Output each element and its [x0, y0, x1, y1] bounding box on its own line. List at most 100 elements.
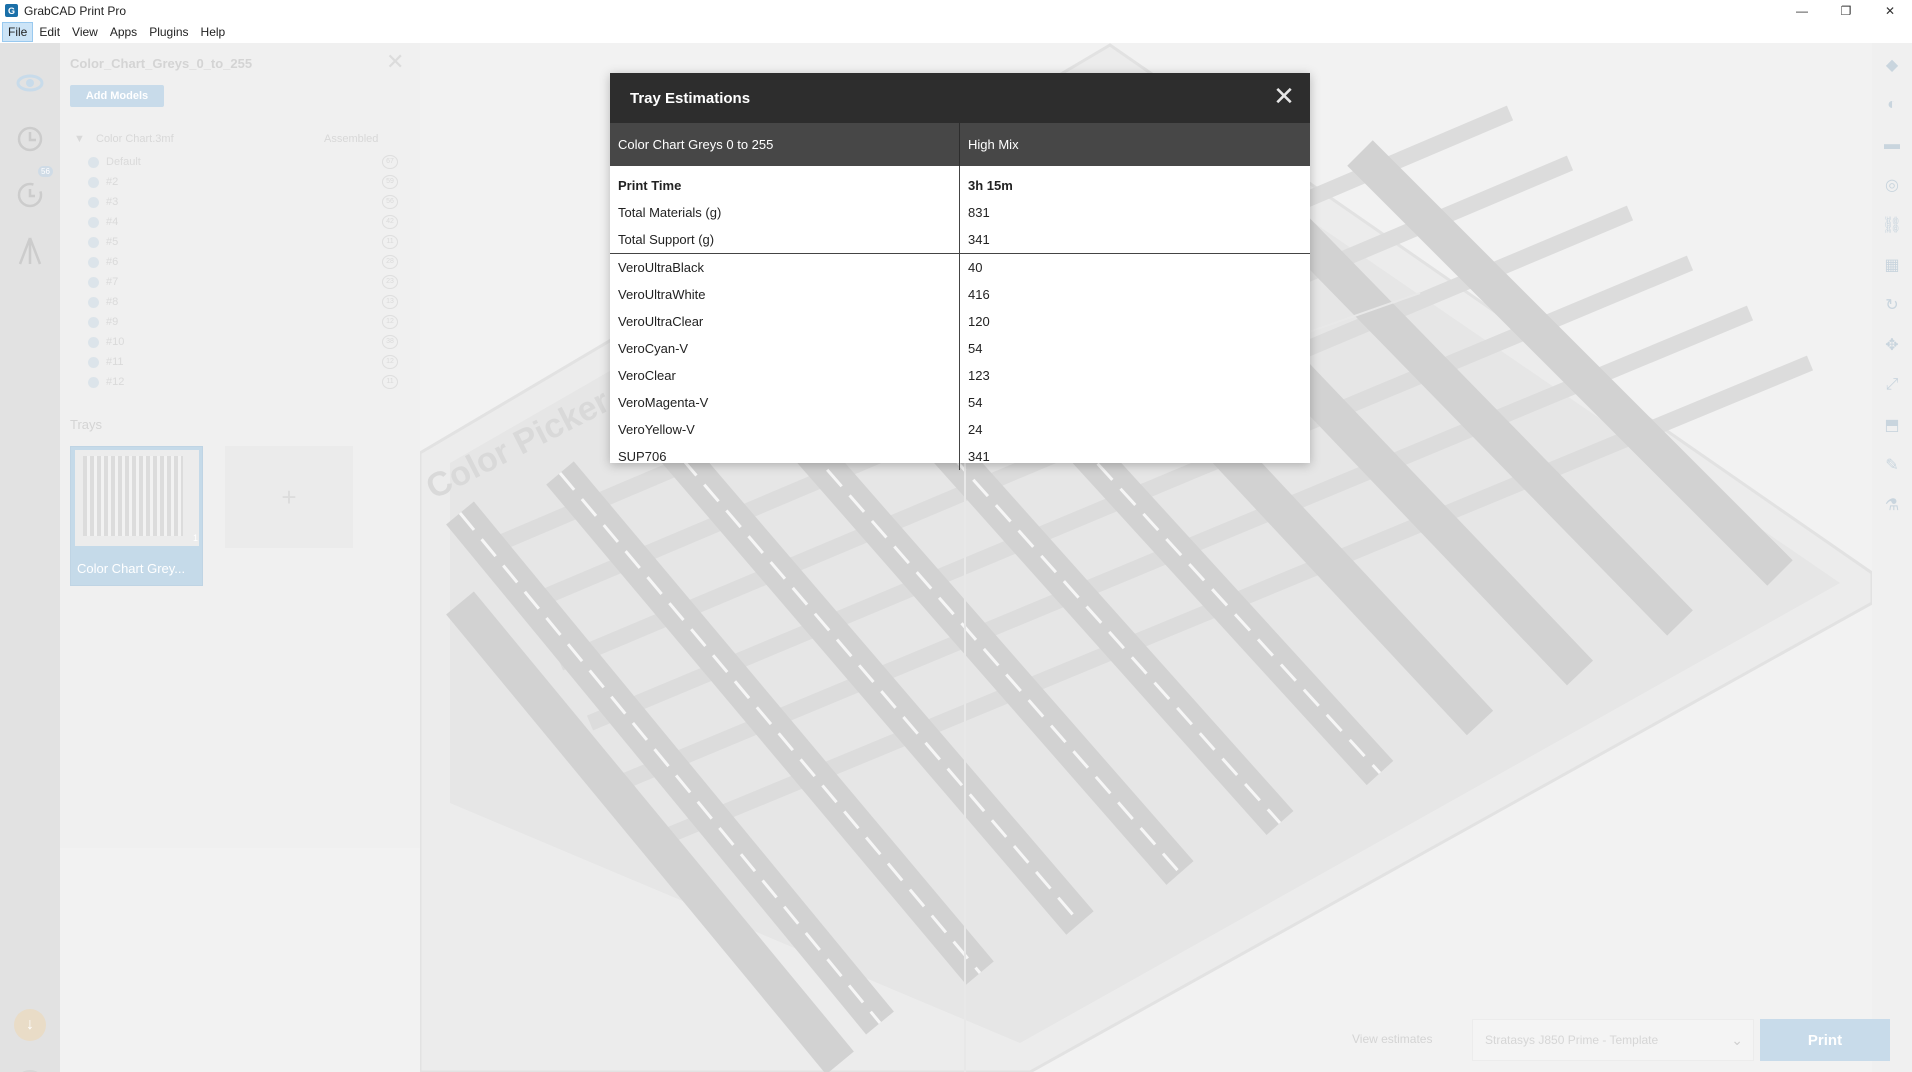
tree-item[interactable]: Default 67 — [88, 152, 398, 172]
tree-item-count: 12 — [382, 355, 398, 369]
tree-item[interactable]: #11 12 — [88, 352, 398, 372]
models-panel: Color_Chart_Greys_0_to_255 ✕ Add Models … — [60, 43, 420, 848]
table-row: VeroYellow-V 24 — [610, 416, 1310, 443]
menu-apps[interactable]: Apps — [104, 22, 143, 42]
dialog-header: Tray Estimations ✕ — [610, 73, 1310, 123]
table-row: Total Support (g) 341 — [610, 226, 1310, 253]
menu-help[interactable]: Help — [195, 22, 232, 42]
row-label: VeroUltraClear — [610, 308, 960, 335]
row-label: VeroYellow-V — [610, 416, 960, 443]
row-label: Print Time — [610, 172, 960, 199]
cube-icon[interactable]: ◆ — [1882, 55, 1902, 75]
row-value: 120 — [968, 314, 990, 329]
expand-caret-icon[interactable]: ▼ — [74, 133, 85, 145]
tray-card[interactable]: 1 Color Chart Grey... — [70, 446, 203, 586]
prepare-icon[interactable] — [12, 65, 48, 101]
model-icon — [88, 296, 99, 308]
stamp-icon[interactable]: ⬒ — [1882, 415, 1902, 435]
tree-item-count: 38 — [382, 335, 398, 349]
schedule-icon[interactable] — [12, 121, 48, 157]
project-title: Color_Chart_Greys_0_to_255 — [70, 56, 253, 71]
tree-item-label: #4 — [106, 216, 119, 228]
tree-item-label: #7 — [106, 276, 119, 288]
dialog-close-icon[interactable]: ✕ — [1270, 83, 1298, 111]
view-estimates-link[interactable]: View estimates — [1352, 1032, 1432, 1046]
app-logo-icon: G — [5, 4, 18, 17]
row-value: 123 — [968, 368, 990, 383]
table-row: VeroClear 123 — [610, 362, 1310, 389]
tree-item[interactable]: #6 28 — [88, 252, 398, 272]
add-tray-button[interactable]: + — [225, 446, 353, 548]
restore-button[interactable]: ❐ — [1824, 0, 1868, 21]
add-models-button[interactable]: Add Models — [70, 85, 164, 107]
minimize-button[interactable]: — — [1780, 0, 1824, 21]
row-label: Total Materials (g) — [610, 199, 960, 226]
row-value: 3h 15m — [968, 178, 1013, 193]
row-label: Total Support (g) — [610, 226, 960, 253]
table-row: VeroMagenta-V 54 — [610, 389, 1310, 416]
menu-view[interactable]: View — [66, 22, 104, 42]
window-controls: — ❐ ✕ — [1780, 0, 1912, 21]
model-icon — [88, 356, 99, 368]
row-value: 416 — [968, 287, 990, 302]
tree-item-count: 42 — [382, 215, 398, 229]
tree-item[interactable]: #3 56 — [88, 192, 398, 212]
column-print-mode: High Mix — [968, 137, 1019, 152]
download-icon[interactable]: ↓ — [14, 1009, 46, 1041]
rotate-icon[interactable]: ↻ — [1882, 295, 1902, 315]
close-window-button[interactable]: ✕ — [1868, 0, 1912, 21]
tree-item[interactable]: #12 11 — [88, 372, 398, 392]
flask-icon[interactable]: ⚗ — [1882, 495, 1902, 515]
right-toolbar: ◆ ◐ ▬ ◎ ⛓ ▦ ↻ ✥ ⤢ ⬒ ✎ ⚗ — [1872, 43, 1912, 1072]
tree-item[interactable]: #7 23 — [88, 272, 398, 292]
table-row: SUP706 341 — [610, 443, 1310, 470]
tree-item-label: #3 — [106, 196, 119, 208]
link-icon[interactable]: ⛓ — [1882, 215, 1902, 235]
tree-item[interactable]: #8 13 — [88, 292, 398, 312]
model-icon — [88, 176, 99, 188]
tree-item[interactable]: #2 59 — [88, 172, 398, 192]
row-label: VeroClear — [610, 362, 960, 389]
model-icon — [88, 276, 99, 288]
rotate-view-icon[interactable]: ◐ — [1882, 95, 1902, 115]
tree-item[interactable]: #5 11 — [88, 232, 398, 252]
tree-item[interactable]: #9 12 — [88, 312, 398, 332]
model-tree-list: Default 67 #2 59 #3 56 #4 42 #5 11 #6 28 #7 23 … — [88, 152, 398, 392]
tray-thumbnail — [75, 450, 199, 546]
panel-close-icon[interactable]: ✕ — [386, 49, 404, 75]
table-row: VeroUltraWhite 416 — [610, 281, 1310, 308]
table-row: Total Materials (g) 831 — [610, 199, 1310, 226]
printer-select[interactable]: Stratasys J850 Prime - Template ⌄ — [1472, 1019, 1754, 1061]
camera-icon[interactable]: ▬ — [1882, 135, 1902, 155]
model-icon — [88, 376, 99, 388]
row-label: SUP706 — [610, 443, 960, 470]
tree-item-count: 11 — [382, 375, 398, 389]
paint-icon[interactable]: ✎ — [1882, 455, 1902, 475]
row-label: VeroUltraBlack — [610, 254, 960, 281]
menu-edit[interactable]: Edit — [33, 22, 66, 42]
tree-item-label: #12 — [106, 376, 125, 388]
history-icon[interactable] — [12, 177, 48, 213]
estimations-table-header: Color Chart Greys 0 to 255 High Mix — [610, 123, 1310, 166]
dialog-title: Tray Estimations — [630, 89, 751, 107]
table-row: VeroUltraBlack 40 — [610, 254, 1310, 281]
row-label: VeroUltraWhite — [610, 281, 960, 308]
scale-icon[interactable]: ⤢ — [1882, 375, 1902, 395]
arrange-icon[interactable]: ▦ — [1882, 255, 1902, 275]
assembly-mode-select[interactable]: Assembled — [324, 133, 404, 145]
analytics-icon[interactable] — [12, 233, 48, 269]
tree-item-label: #10 — [106, 336, 125, 348]
model-tree-root[interactable]: ▼ Color Chart.3mf Assembled — [74, 133, 404, 145]
menu-file[interactable]: File — [2, 22, 34, 42]
estimations-table: Print Time 3h 15m Total Materials (g) 83… — [610, 166, 1310, 470]
orbit-icon[interactable]: ◎ — [1882, 175, 1902, 195]
title-bar: G GrabCAD Print Pro — ❐ ✕ — [0, 0, 1912, 21]
move-icon[interactable]: ✥ — [1882, 335, 1902, 355]
menu-bar: File Edit View Apps Plugins Help — [0, 21, 1912, 43]
tree-item[interactable]: #10 38 — [88, 332, 398, 352]
print-button[interactable]: Print — [1760, 1019, 1890, 1061]
tree-item-count: 13 — [382, 295, 398, 309]
tree-item-count: 12 — [382, 315, 398, 329]
tree-item[interactable]: #4 42 — [88, 212, 398, 232]
menu-plugins[interactable]: Plugins — [143, 22, 194, 42]
